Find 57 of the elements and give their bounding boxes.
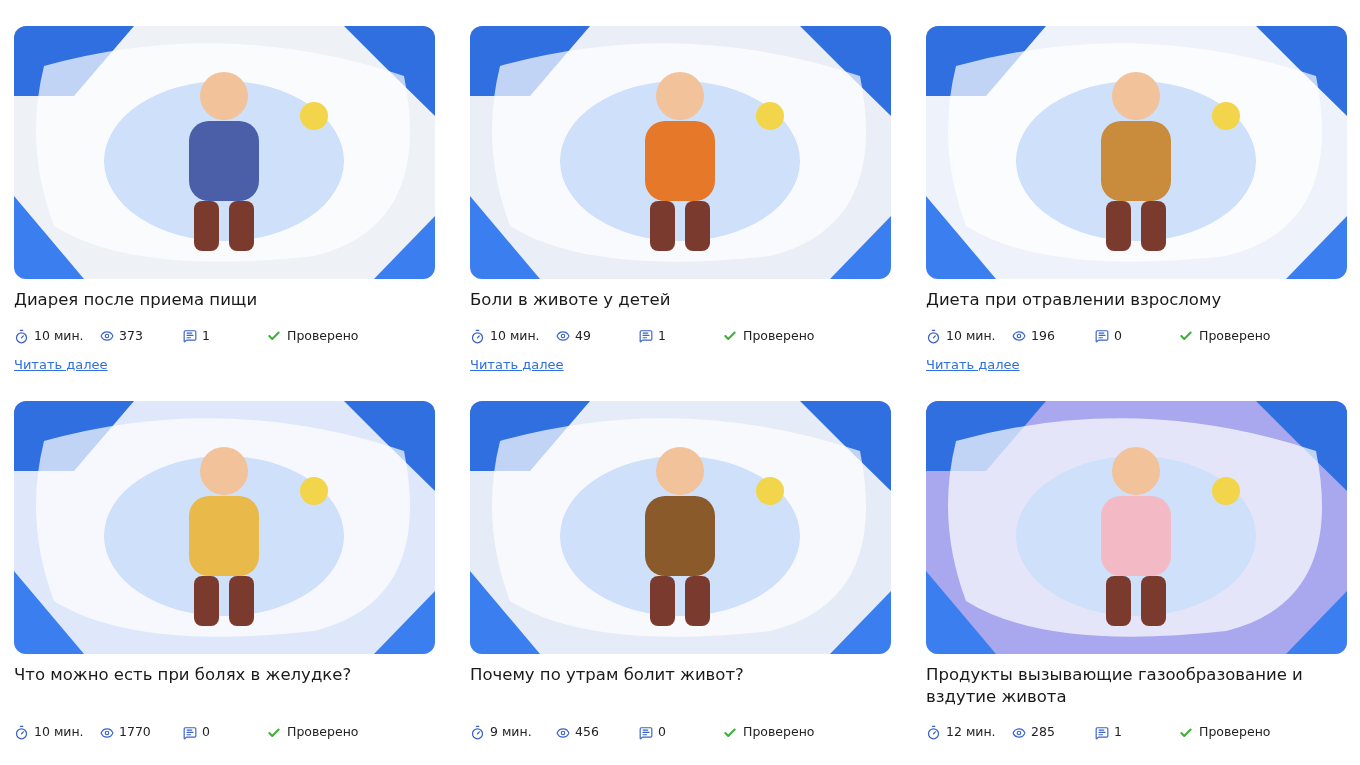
read-time: 10 мин. <box>34 326 84 345</box>
read-time: 10 мин. <box>34 723 84 742</box>
comment-icon <box>1095 329 1109 343</box>
comment-icon <box>639 329 653 343</box>
comment-count: 1 <box>202 326 210 345</box>
check-icon <box>723 725 737 740</box>
view-count: 1770 <box>119 723 151 742</box>
read-time: 10 мин. <box>946 326 996 345</box>
read-time: 9 мин. <box>490 723 532 742</box>
article-title[interactable]: Почему по утрам болит живот? <box>470 663 891 708</box>
read-time: 12 мин. <box>946 723 996 742</box>
comment-count: 0 <box>1114 326 1122 345</box>
comment-count: 1 <box>1114 723 1122 742</box>
comment-count: 1 <box>658 326 666 345</box>
verified-label: Проверено <box>1199 723 1271 742</box>
comment-icon <box>183 329 197 343</box>
eye-icon <box>100 329 114 343</box>
verified-label: Проверено <box>743 723 815 742</box>
read-more-link[interactable]: Читать далее <box>470 355 564 375</box>
check-icon <box>267 329 281 343</box>
view-count: 285 <box>1031 723 1055 742</box>
eye-icon <box>556 725 570 740</box>
view-count: 456 <box>575 723 599 742</box>
verified-label: Проверено <box>743 326 815 345</box>
verified-label: Проверено <box>1199 326 1271 345</box>
check-icon <box>1179 725 1193 740</box>
check-icon <box>1179 329 1193 343</box>
view-count: 196 <box>1031 326 1055 345</box>
article-title[interactable]: Боли в животе у детей <box>470 289 891 311</box>
timer-icon <box>14 725 29 740</box>
verified-label: Проверено <box>287 326 359 345</box>
article-title[interactable]: Продукты вызывающие газообразование и вздутие живота <box>926 663 1347 708</box>
timer-icon <box>470 328 485 344</box>
article-title[interactable]: Что можно есть при болях в желудке? <box>14 663 435 708</box>
eye-icon <box>556 329 570 343</box>
check-icon <box>267 725 281 740</box>
comment-icon <box>639 725 653 740</box>
read-more-link[interactable]: Читать далее <box>926 355 1020 375</box>
view-count: 373 <box>119 326 143 345</box>
timer-icon <box>470 725 485 740</box>
read-time: 10 мин. <box>490 326 540 345</box>
timer-icon <box>14 328 29 344</box>
timer-icon <box>926 725 941 740</box>
eye-icon <box>1012 329 1026 343</box>
eye-icon <box>1012 725 1026 740</box>
article-title[interactable]: Диарея после приема пищи <box>14 289 435 311</box>
check-icon <box>723 329 737 343</box>
article-title[interactable]: Диета при отравлении взрослому <box>926 289 1347 311</box>
comment-icon <box>1095 725 1109 740</box>
read-more-link[interactable]: Читать далее <box>14 355 108 375</box>
comment-count: 0 <box>202 723 210 742</box>
eye-icon <box>100 725 114 740</box>
comment-count: 0 <box>658 723 666 742</box>
comment-icon <box>183 725 197 740</box>
timer-icon <box>926 328 941 344</box>
verified-label: Проверено <box>287 723 359 742</box>
view-count: 49 <box>575 326 591 345</box>
